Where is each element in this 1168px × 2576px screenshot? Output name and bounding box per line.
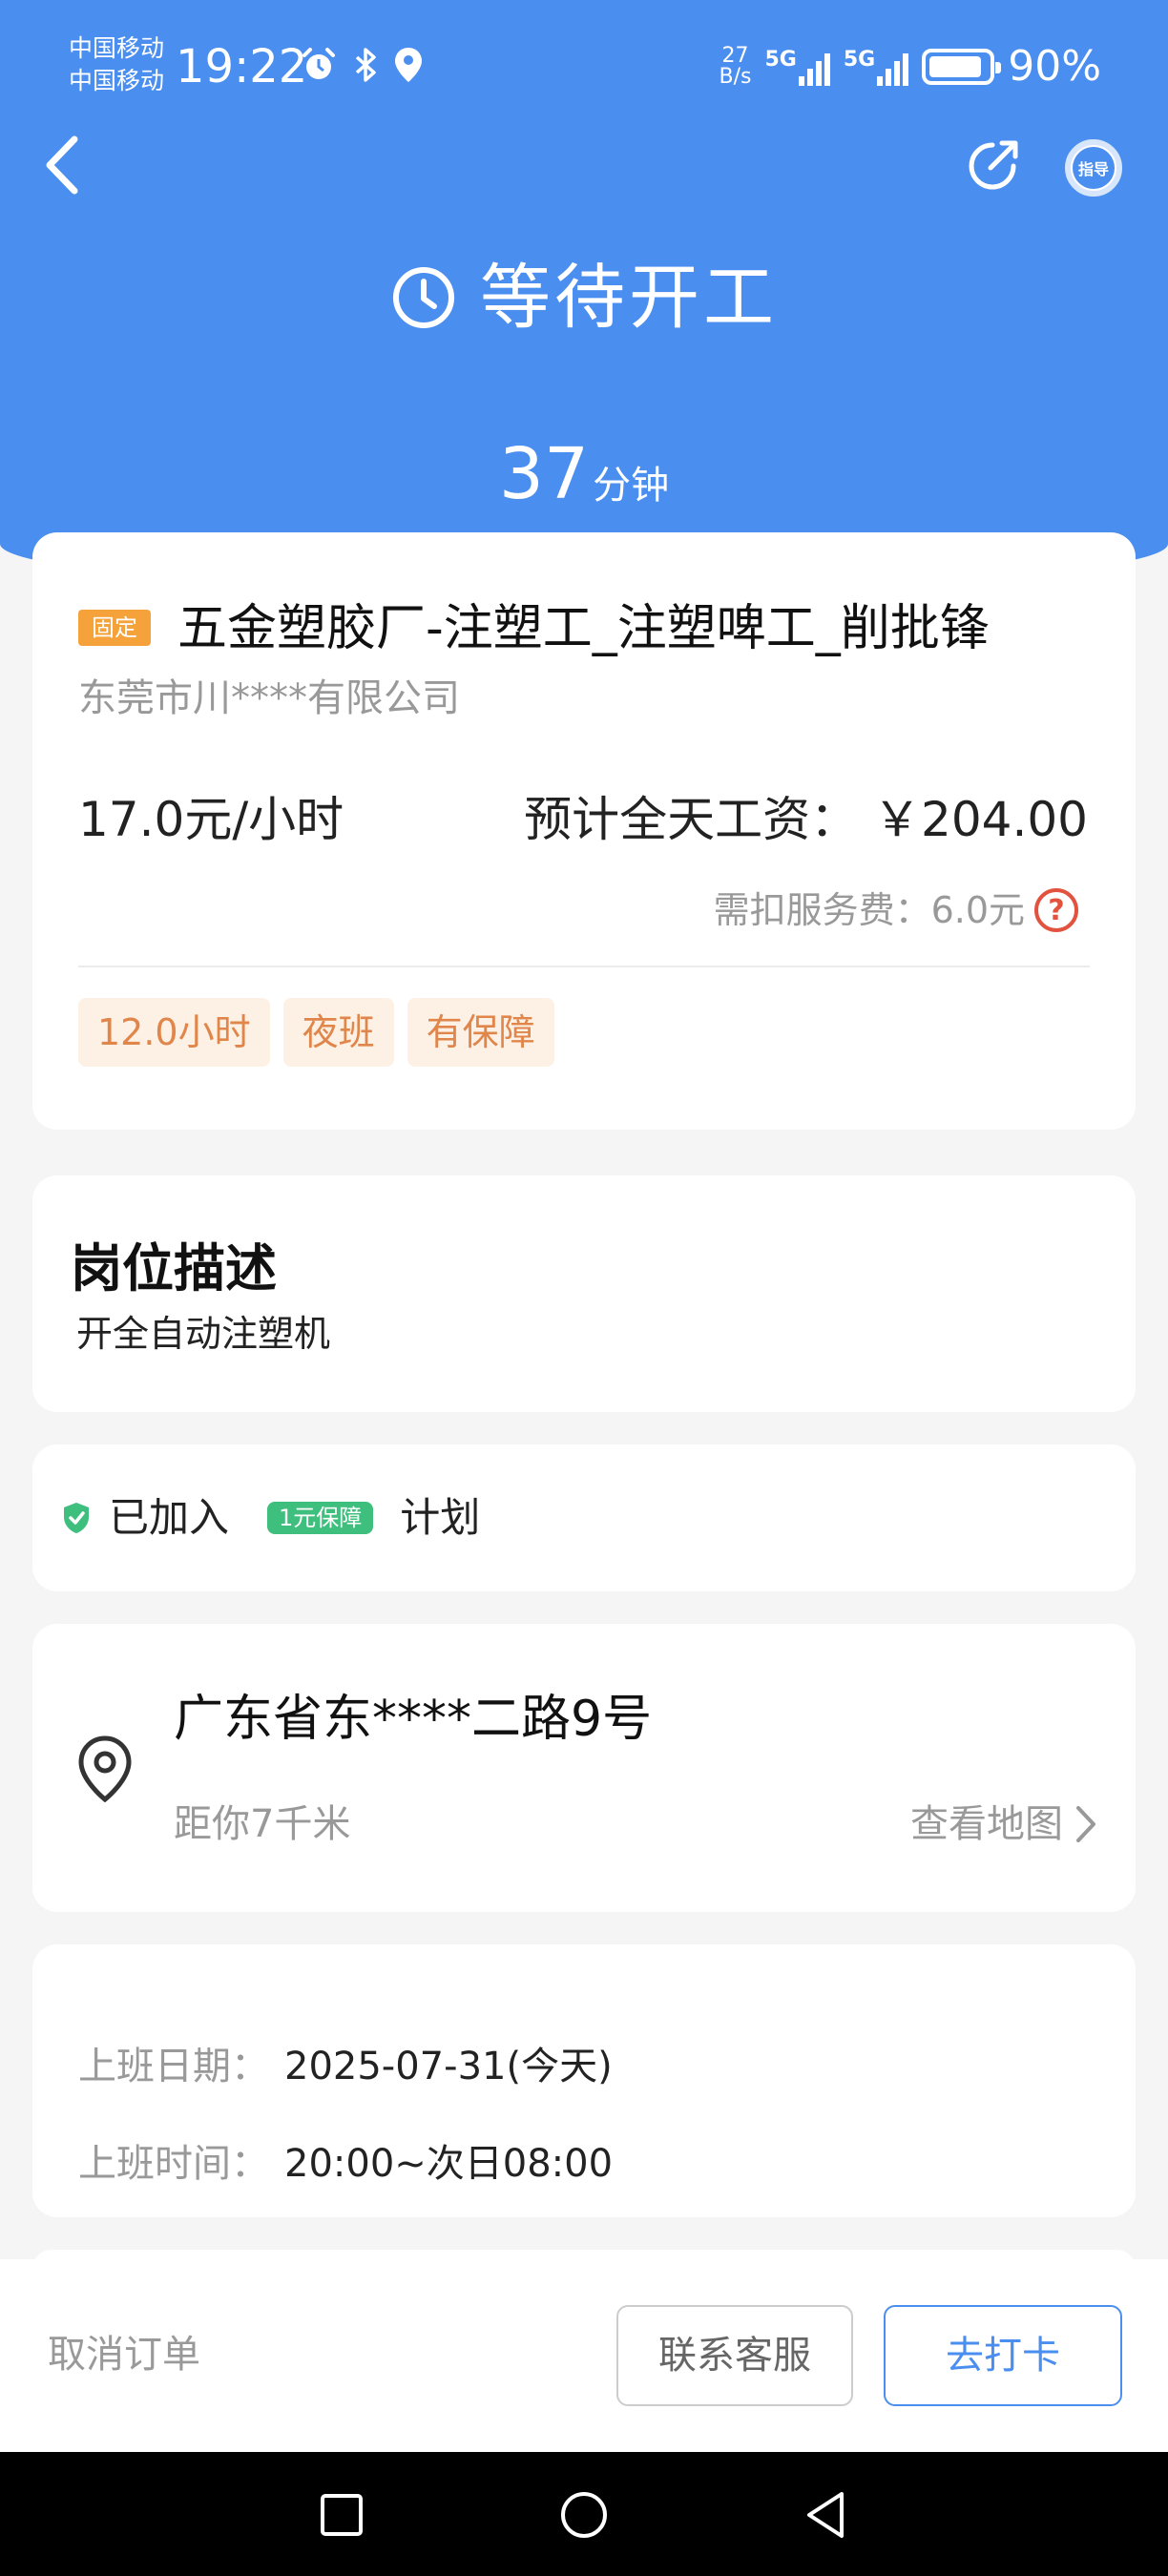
status-icons	[300, 46, 424, 84]
service-fee: 需扣服务费：6.0元 ?	[714, 883, 1078, 937]
description-card: 岗位描述 开全自动注塑机	[32, 1175, 1136, 1412]
description-body: 开全自动注塑机	[76, 1313, 331, 1355]
system-nav-bar	[0, 2452, 1168, 2576]
guarantee-card[interactable]: 已加入 1元保障 计划	[32, 1444, 1136, 1591]
daily-pay: 预计全天工资： ￥204.00	[524, 792, 1088, 847]
job-card: 固定 五金塑胶厂-注塑工_注塑啤工_削批锋 东莞市川****有限公司 17.0元…	[32, 532, 1136, 1130]
countdown-value: 37	[498, 433, 590, 515]
schedule-card: 上班日期： 2025-07-31(今天) 上班时间： 20:00~次日08:00	[32, 1944, 1136, 2217]
battery-icon	[922, 49, 1002, 85]
job-tags: 12.0小时 夜班 有保障	[78, 998, 554, 1067]
signal-2: 5G	[843, 48, 909, 86]
status-bar: 中国移动 中国移动 19:22 27 B/s 5G 5G 90%	[0, 0, 1168, 134]
signal-bars-icon	[877, 48, 909, 86]
tag-night-shift: 夜班	[282, 998, 394, 1067]
countdown-unit: 分钟	[593, 464, 670, 508]
address-card: 广东省东****二路9号 距你7千米 查看地图	[32, 1624, 1136, 1912]
nav-home-icon[interactable]	[555, 2486, 613, 2544]
shield-check-icon	[64, 1503, 89, 1533]
work-date-label: 上班日期：	[78, 2045, 269, 2088]
fixed-tag: 固定	[78, 610, 151, 646]
tag-hours: 12.0小时	[78, 998, 270, 1067]
net-speed: 27 B/s	[719, 46, 751, 88]
service-fee-text: 需扣服务费：6.0元	[713, 889, 1025, 931]
order-status: 等待开工	[0, 250, 1168, 345]
signal-bars-icon	[798, 48, 830, 86]
nav-recents-icon[interactable]	[313, 2486, 370, 2544]
signal-2-label: 5G	[843, 48, 876, 72]
nav-back-icon[interactable]	[798, 2486, 855, 2544]
divider	[78, 966, 1090, 967]
net-speed-unit: B/s	[719, 65, 752, 89]
view-map-link[interactable]: 查看地图	[910, 1796, 1097, 1853]
battery-percent: 90%	[1008, 42, 1101, 91]
signal-1: 5G	[764, 48, 830, 86]
guarantee-joined: 已加入	[109, 1494, 230, 1541]
guarantee-plan: 计划	[400, 1494, 481, 1541]
alarm-icon	[302, 48, 335, 79]
description-title: 岗位描述	[71, 1238, 277, 1298]
work-time-label: 上班时间：	[78, 2142, 269, 2186]
tag-guaranteed: 有保障	[407, 998, 554, 1067]
carrier-2: 中国移动	[69, 67, 165, 94]
bottom-action-bar: 取消订单 联系客服 去打卡	[0, 2259, 1168, 2452]
guarantee-row: 已加入 1元保障 计划	[61, 1485, 480, 1550]
work-date-value: 2025-07-31(今天)	[284, 2045, 613, 2088]
signal-1-label: 5G	[764, 48, 797, 72]
work-date-row: 上班日期： 2025-07-31(今天)	[78, 2038, 613, 2095]
job-title: 五金塑胶厂-注塑工_注塑啤工_削批锋	[177, 600, 990, 657]
cancel-order-button[interactable]: 取消订单	[48, 2326, 200, 2383]
work-time-row: 上班时间： 20:00~次日08:00	[78, 2135, 613, 2192]
status-title: 等待开工	[480, 257, 778, 339]
back-arrow-icon[interactable]	[38, 132, 92, 198]
address-distance: 距你7千米	[174, 1802, 351, 1846]
hourly-wage: 17.0元/小时	[78, 792, 344, 847]
address-main: 广东省东****二路9号	[174, 1691, 653, 1748]
contact-service-button[interactable]: 联系客服	[616, 2305, 853, 2406]
carrier-1: 中国移动	[69, 34, 165, 62]
help-icon[interactable]: ?	[1034, 888, 1078, 932]
work-time-value: 20:00~次日08:00	[284, 2142, 614, 2186]
company-name: 东莞市川****有限公司	[78, 676, 460, 720]
share-icon[interactable]	[964, 134, 1025, 195]
clock: 19:22	[176, 40, 308, 93]
chevron-right-icon	[1076, 1806, 1095, 1842]
location-icon	[395, 48, 422, 82]
status-right: 27 B/s 5G 5G 90%	[719, 38, 1101, 95]
bluetooth-icon	[355, 48, 376, 82]
view-map-label: 查看地图	[910, 1802, 1063, 1846]
guide-button[interactable]: 指导	[1065, 139, 1122, 197]
guide-label: 指导	[1073, 147, 1115, 189]
countdown: 37 分钟	[0, 431, 1168, 529]
clock-in-button[interactable]: 去打卡	[884, 2305, 1122, 2406]
guarantee-badge: 1元保障	[267, 1502, 374, 1534]
carrier-info: 中国移动 中国移动	[69, 32, 164, 97]
net-speed-value: 27	[721, 44, 749, 68]
clock-icon	[393, 267, 454, 328]
map-pin-icon	[78, 1735, 132, 1803]
battery-fill	[929, 56, 982, 77]
